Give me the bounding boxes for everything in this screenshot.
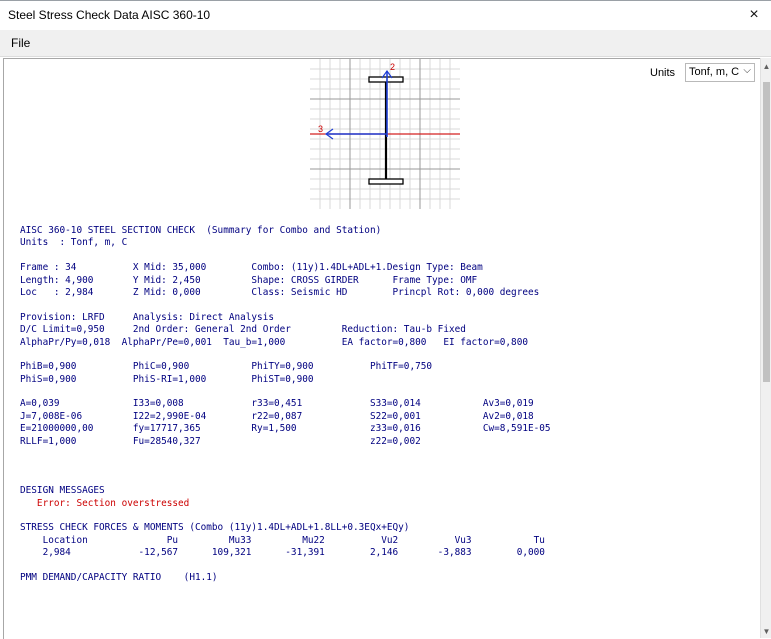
report-line: RLLF=1,000 Fu=28540,327 z22=0,002 xyxy=(20,435,421,447)
report-line: PhiS=0,900 PhiS-RI=1,000 PhiST=0,900 xyxy=(20,373,314,385)
report-line: E=21000000,00 fy=17717,365 Ry=1,500 z33=… xyxy=(20,423,551,435)
report-line: D/C Limit=0,950 2nd Order: General 2nd O… xyxy=(20,324,466,336)
units-dropdown[interactable]: Tonf, m, C ⌵ xyxy=(685,63,755,82)
chevron-down-icon: ⌵ xyxy=(743,65,751,76)
report-line: DESIGN MESSAGES xyxy=(20,485,105,497)
report-line xyxy=(20,473,551,485)
report-line: Provision: LRFD Analysis: Direct Analysi… xyxy=(20,311,274,323)
vertical-scrollbar[interactable]: ▲ ▼ xyxy=(760,58,771,638)
scroll-up-icon[interactable]: ▲ xyxy=(761,62,771,71)
report-line: PMM DEMAND/CAPACITY RATIO (H1.1) xyxy=(20,571,218,583)
scroll-down-icon[interactable]: ▼ xyxy=(761,627,771,636)
report-line xyxy=(20,250,551,262)
report-line xyxy=(20,510,551,522)
report-line: Location Pu Mu33 Mu22 Vu2 Vu3 Tu xyxy=(20,534,545,546)
menu-file[interactable]: File xyxy=(11,36,30,50)
close-icon[interactable]: × xyxy=(743,4,765,26)
report-line: AlphaPr/Py=0,018 AlphaPr/Pe=0,001 Tau_b=… xyxy=(20,336,528,348)
report-line xyxy=(20,448,551,460)
window-title: Steel Stress Check Data AISC 360-10 xyxy=(8,8,211,22)
menu-bar: File xyxy=(0,30,771,57)
report-line: STRESS CHECK FORCES & MOMENTS (Combo (11… xyxy=(20,522,410,534)
units-label: Units xyxy=(650,67,676,79)
report-line xyxy=(20,299,551,311)
section-diagram: 2 3 xyxy=(310,59,460,209)
error-message: Error: Section overstressed xyxy=(20,497,190,509)
report-line: Length: 4,900 Y Mid: 2,450 Shape: CROSS … xyxy=(20,274,478,286)
scrollbar-thumb[interactable] xyxy=(763,82,770,382)
units-dropdown-value: Tonf, m, C xyxy=(689,66,740,78)
report-line: J=7,008E-06 I22=2,990E-04 r22=0,087 S22=… xyxy=(20,410,534,422)
report-line: AISC 360-10 STEEL SECTION CHECK (Summary… xyxy=(20,225,382,236)
title-bar: Steel Stress Check Data AISC 360-10 × xyxy=(0,0,771,30)
report-text: AISC 360-10 STEEL SECTION CHECK (Summary… xyxy=(20,225,551,584)
section-top-flange xyxy=(368,76,404,83)
report-viewer: Units Tonf, m, C ⌵ 2 3 AISC 360-10 STEEL… xyxy=(3,58,761,639)
title-bar-accent xyxy=(0,0,771,1)
report-line: Loc : 2,984 Z Mid: 0,000 Class: Seismic … xyxy=(20,286,540,298)
report-line: Frame : 34 X Mid: 35,000 Combo: (11y)1.4… xyxy=(20,262,483,274)
report-line: A=0,039 I33=0,008 r33=0,451 S33=0,014 Av… xyxy=(20,398,534,410)
report-line xyxy=(20,386,551,398)
axis-2-label: 2 xyxy=(390,62,395,72)
report-line xyxy=(20,349,551,361)
report-line: PhiB=0,900 PhiC=0,900 PhiTY=0,900 PhiTF=… xyxy=(20,361,433,373)
report-line xyxy=(20,460,551,472)
report-line: Units : Tonf, m, C xyxy=(20,237,128,249)
section-bottom-flange xyxy=(368,178,404,185)
axis-3-label: 3 xyxy=(318,124,323,134)
report-line: 2,984 -12,567 109,321 -31,391 2,146 -3,8… xyxy=(20,547,545,559)
report-line xyxy=(20,560,551,572)
